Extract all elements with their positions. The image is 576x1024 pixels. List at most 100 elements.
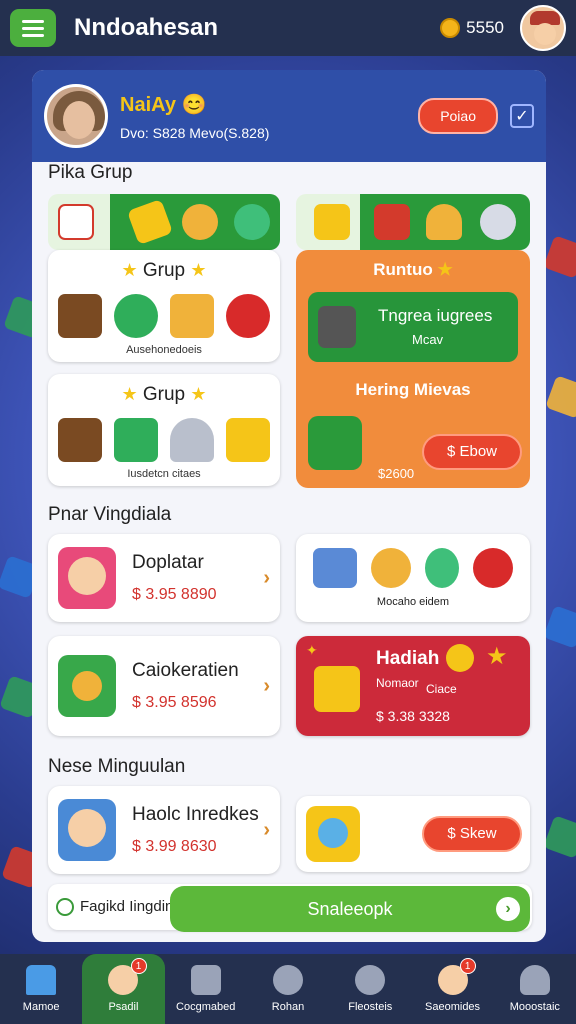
nav-label: Fleosteis — [348, 1001, 393, 1013]
offer-card[interactable]: Caiokeratien $ 3.95 8596 › — [48, 636, 280, 736]
gold-bars-icon — [170, 294, 214, 338]
mascot-thumb — [306, 806, 360, 862]
top-bar: Nndoahesan 5550 — [0, 0, 576, 56]
promo-inner-card[interactable]: Tngrea iugrees Mcav — [308, 292, 518, 362]
gift-box-icon — [58, 204, 94, 240]
section-title-nese-minguulan: Nese Minguulan — [48, 756, 186, 777]
arrow-right-icon: › — [496, 897, 520, 921]
money-box-icon — [114, 418, 158, 462]
gem-icon — [114, 294, 158, 338]
promo-subtitle: Hering Mievas — [355, 380, 471, 399]
profile-button[interactable]: Poiao — [418, 98, 498, 134]
offer-card[interactable]: Mocaho eidem — [296, 534, 530, 622]
nav-label: Mamoe — [22, 1001, 60, 1013]
hadiah-sub: Nomaor — [376, 676, 419, 690]
offer-price: $ 3.95 8596 — [132, 694, 217, 711]
profile-header: NaiAy 😊 Dvo: S828 Mevo(S.828) Poiao ✓ — [32, 70, 546, 162]
sparkle-icon: ✦ — [306, 642, 318, 658]
profile-name: NaiAy 😊 — [120, 93, 207, 116]
notification-badge: 1 — [130, 958, 147, 974]
promo-title: Runtuo — [373, 260, 433, 279]
bottom-nav: Mamoe Psadil 1 Cocgmabed Rohan Fleosteis… — [0, 954, 576, 1024]
sun-icon — [446, 644, 474, 672]
gift-box-icon — [314, 666, 360, 712]
nav-item-saeomides[interactable]: Saeomides 1 — [411, 954, 493, 1024]
notification-badge: 1 — [459, 958, 476, 974]
promo-card[interactable]: Runtuo ★ Tngrea iugrees Mcav Hering Miev… — [296, 250, 530, 488]
bow-gift-icon — [226, 294, 270, 338]
home-icon — [26, 965, 57, 995]
check-icon[interactable]: ✓ — [510, 104, 534, 128]
offer-name: Doplatar — [132, 552, 204, 573]
nav-item-home[interactable]: Mamoe — [0, 954, 82, 1024]
nav-item-cocgmabed[interactable]: Cocgmabed — [165, 954, 247, 1024]
offer-card[interactable]: Haolc Inredkes $ 3.99 8630 › — [48, 786, 280, 874]
hamburger-icon[interactable] — [10, 9, 56, 47]
coin-balance[interactable]: 5550 — [440, 18, 504, 38]
nav-label: Saeomides — [425, 1001, 481, 1013]
group-card[interactable]: ★ Grup ★ Iusdetcn citaes — [48, 374, 280, 486]
cta-label: Snaleeopk — [307, 898, 393, 919]
nav-item-psadil[interactable]: Psadil 1 — [82, 954, 165, 1024]
chevron-right-icon[interactable]: › — [263, 819, 270, 842]
offer-card[interactable]: Doplatar $ 3.95 8890 › — [48, 534, 280, 622]
silver-jar-icon — [170, 418, 214, 462]
stack-icon — [425, 548, 459, 588]
hadiah-title: Hadiah — [376, 648, 440, 669]
offer-price: $ 3.95 8890 — [132, 586, 217, 603]
nav-label: Mooostaic — [509, 1001, 560, 1013]
profile-avatar[interactable] — [44, 84, 108, 148]
profile-stats: Dvo: S828 Mevo(S.828) — [120, 124, 270, 141]
coin-icon — [371, 548, 411, 588]
chevron-right-icon[interactable]: › — [263, 567, 270, 590]
cash-box-icon — [313, 548, 357, 588]
offer-caption: Mocaho eidem — [376, 596, 450, 608]
power-up-icon — [308, 416, 362, 470]
hadiah-card[interactable]: ✦ Hadiah ★ Nomaor Ciace $ 3.38 3328 — [296, 636, 530, 736]
star-icon: ★ — [190, 384, 207, 404]
star-icon: ★ — [121, 384, 138, 404]
star-icon: ★ — [121, 260, 138, 280]
offer-card[interactable]: $ Skew — [296, 796, 530, 872]
character-thumb — [58, 547, 116, 609]
nav-item-mooostaic[interactable]: Mooostaic — [494, 954, 576, 1024]
gold-box-icon — [226, 418, 270, 462]
item-pill-left[interactable] — [48, 194, 280, 250]
group-card-caption: Iusdetcn citaes — [127, 468, 201, 480]
nav-item-rohan[interactable]: Rohan — [247, 954, 329, 1024]
nav-label: Cocgmabed — [176, 1001, 236, 1013]
star-icon: ★ — [486, 643, 508, 670]
promo-inner-title: Tngrea iugrees — [378, 306, 493, 325]
coin-pile-icon — [426, 204, 462, 240]
group-card[interactable]: ★ Grup ★ Ausehonedoeis — [48, 250, 280, 362]
cta-button[interactable]: Snaleeopk › — [170, 886, 530, 932]
app-title: Nndoahesan — [74, 14, 219, 41]
user-icon — [519, 965, 550, 995]
section-title-pnar-vingdiala: Pnar Vingdiala — [48, 504, 172, 525]
promo-inner-sub: Mcav — [412, 332, 444, 347]
main-panel: NaiAy 😊 Dvo: S828 Mevo(S.828) Poiao ✓ Pi… — [32, 70, 546, 942]
chevron-right-icon[interactable]: › — [263, 675, 270, 698]
wrench-icon — [480, 204, 516, 240]
background-box-icon — [545, 375, 576, 419]
avatar[interactable] — [520, 5, 566, 51]
skew-buy-button[interactable]: $ Skew — [422, 816, 522, 852]
promo-buy-button[interactable]: $ Ebow — [422, 434, 522, 470]
profile-icon — [355, 965, 386, 995]
offer-name: Caiokeratien — [132, 660, 239, 681]
nav-item-fleosteis[interactable]: Fleosteis — [329, 954, 411, 1024]
background-box-icon — [543, 815, 576, 859]
item-pill-right[interactable] — [296, 194, 530, 250]
group-card-title: Grup — [142, 260, 186, 281]
section-title-pika-grup: Pika Grup — [48, 162, 133, 183]
nav-label: Rohan — [271, 1001, 305, 1013]
circle-icon — [56, 898, 74, 916]
background-box-icon — [543, 235, 576, 279]
star-icon: ★ — [190, 260, 207, 280]
save-icon — [190, 965, 221, 995]
gem-icon — [234, 204, 270, 240]
character-thumb — [58, 799, 116, 861]
coin-icon — [440, 18, 461, 38]
promo-price: $2600 — [378, 466, 415, 481]
coin-count: 5550 — [466, 18, 504, 37]
